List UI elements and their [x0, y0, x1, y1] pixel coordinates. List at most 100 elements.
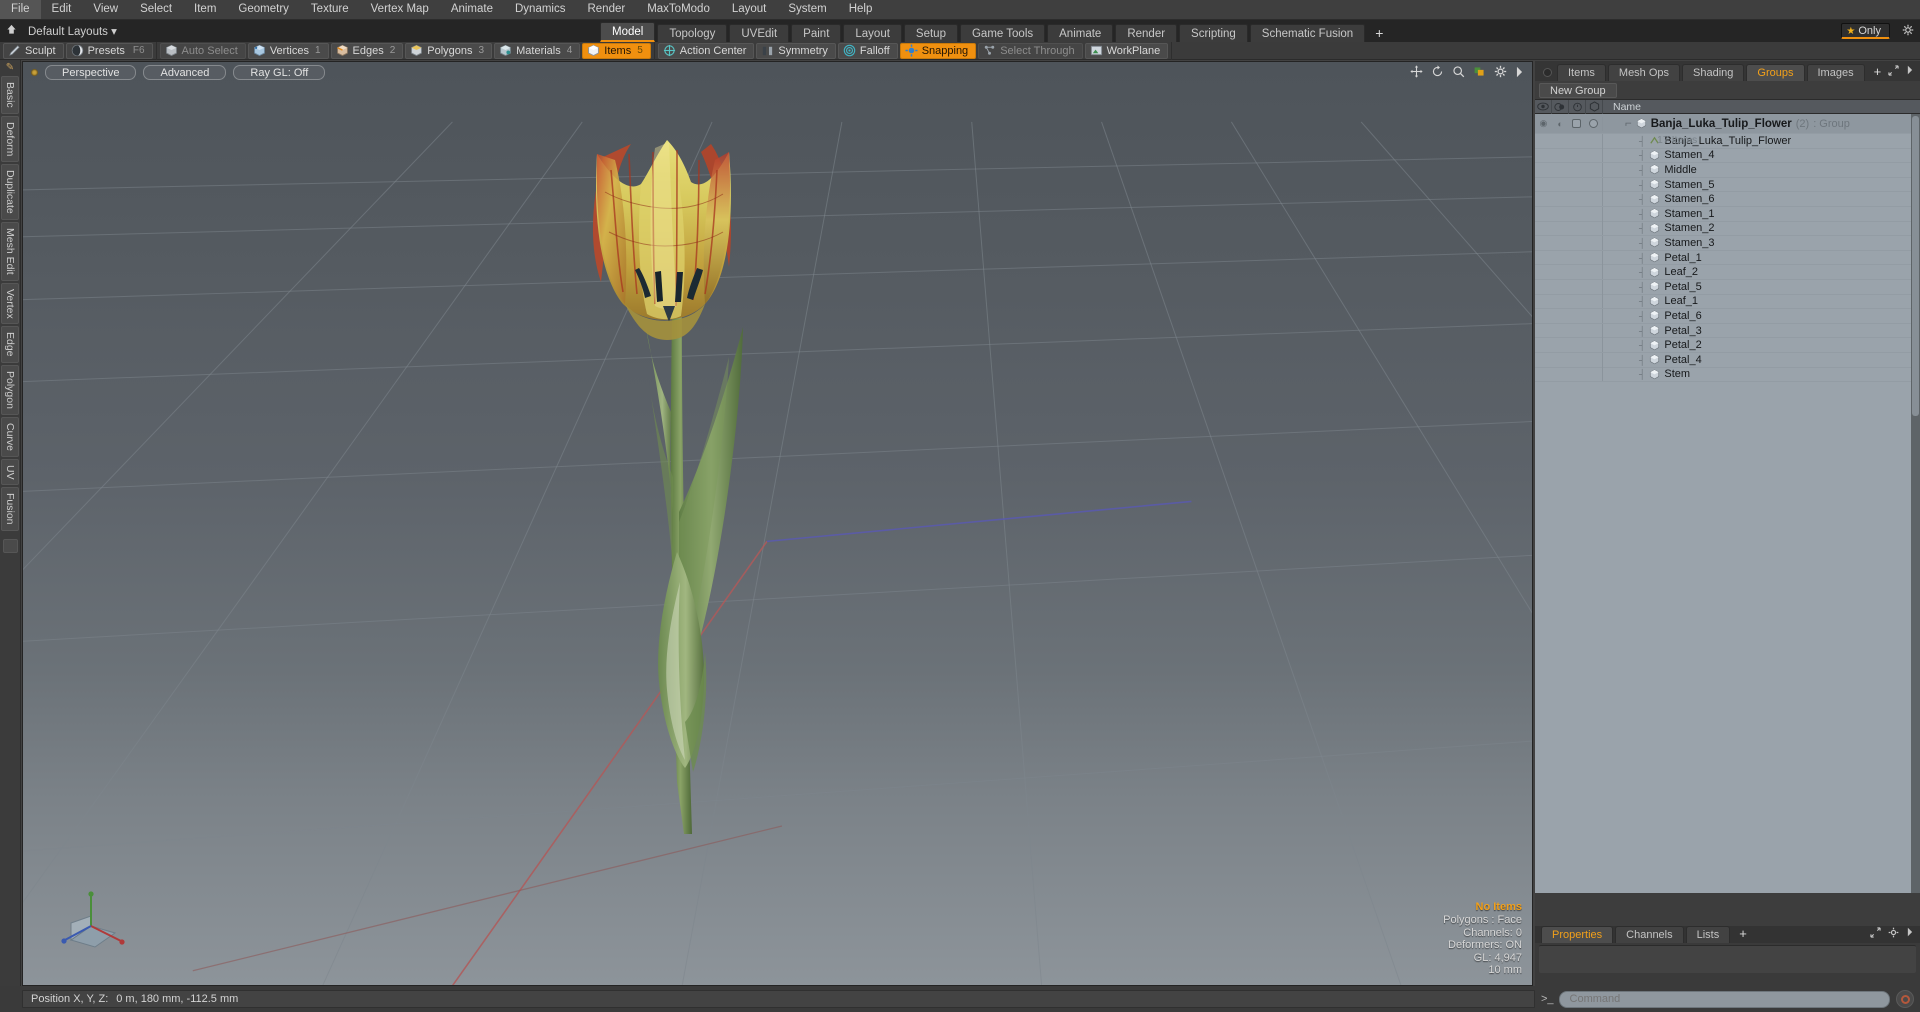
group-item-row[interactable]: ┤ Stamen_4: [1535, 148, 1920, 164]
layout-tab-paint[interactable]: Paint: [791, 24, 842, 42]
tulip-flower-model[interactable]: [543, 82, 803, 842]
expand-icon[interactable]: [1888, 65, 1899, 79]
shade-icon[interactable]: [1586, 99, 1603, 114]
toolbar-button-materials[interactable]: Materials 4: [494, 42, 581, 59]
properties-tab-add[interactable]: +: [1732, 926, 1754, 943]
chevron-right-icon[interactable]: [1515, 66, 1524, 81]
left-rail-tab-mesh-edit[interactable]: Mesh Edit: [1, 221, 19, 281]
shade-toggle[interactable]: [1585, 117, 1602, 131]
left-rail-tab-duplicate[interactable]: Duplicate: [1, 164, 19, 220]
chevron-right-icon[interactable]: [1906, 65, 1914, 79]
menu-item-dynamics[interactable]: Dynamics: [504, 0, 576, 19]
menu-item-vertex-map[interactable]: Vertex Map: [360, 0, 440, 19]
eye-toggle[interactable]: ◉: [1535, 117, 1552, 131]
left-rail-tab-uv[interactable]: UV: [1, 458, 19, 486]
group-item-row[interactable]: ┤ Banja_Luka_Tulip_Flower: [1535, 133, 1920, 149]
group-item-row[interactable]: ┤ Stamen_6: [1535, 192, 1920, 207]
layout-tab-uvedit[interactable]: UVEdit: [729, 24, 790, 42]
menu-item-system[interactable]: System: [777, 0, 837, 19]
group-item-row[interactable]: ┤ Petal_4: [1535, 352, 1920, 368]
viewport-perspective-button[interactable]: Perspective: [45, 64, 137, 80]
toolbar-button-workplane[interactable]: WorkPlane: [1084, 42, 1169, 59]
menu-item-layout[interactable]: Layout: [721, 0, 778, 19]
group-item-row[interactable]: ┤ Stamen_1: [1535, 206, 1920, 222]
record-icon[interactable]: [1896, 990, 1914, 1008]
properties-tab-channels[interactable]: Channels: [1615, 926, 1684, 943]
left-rail-tab-polygon[interactable]: Polygon: [1, 364, 19, 415]
menu-item-file[interactable]: File: [0, 0, 41, 19]
right-panel-tab-images[interactable]: Images: [1806, 64, 1865, 81]
layout-tab-game-tools[interactable]: Game Tools: [959, 24, 1046, 42]
eye-icon[interactable]: [1535, 99, 1552, 114]
group-item-row[interactable]: ┤ Petal_5: [1535, 279, 1920, 295]
left-rail-tab-curve[interactable]: Curve: [1, 416, 19, 457]
chevron-right-icon[interactable]: [1906, 927, 1914, 941]
group-header-row[interactable]: ◉ ◐ ⌐ Banja_Luka_Tulip_Flower (2): Group: [1535, 114, 1920, 134]
properties-tab-lists[interactable]: Lists: [1685, 926, 1731, 943]
layout-tab-model[interactable]: Model: [600, 22, 656, 42]
zoom-icon[interactable]: [1452, 65, 1465, 81]
layout-tab-scripting[interactable]: Scripting: [1179, 24, 1248, 42]
toolbar-button-presets[interactable]: Presets F6: [65, 42, 153, 59]
toolbar-button-vertices[interactable]: Vertices 1: [247, 42, 329, 59]
3d-viewport[interactable]: Perspective Advanced Ray GL: Off No Item…: [22, 61, 1533, 986]
new-group-button[interactable]: New Group: [1539, 82, 1617, 98]
move-icon[interactable]: [1410, 65, 1423, 81]
layout-tab-render[interactable]: Render: [1115, 24, 1178, 42]
left-rail-tab-edge[interactable]: Edge: [1, 326, 19, 363]
gear-icon[interactable]: [1494, 65, 1507, 81]
toolbar-button-items[interactable]: Items 5: [582, 42, 651, 59]
toolbar-button-select-through[interactable]: Select Through: [978, 42, 1083, 59]
right-panel-tab-shading[interactable]: Shading: [1682, 64, 1745, 81]
render-icon[interactable]: [1552, 99, 1569, 114]
group-item-row[interactable]: ┤ Petal_1: [1535, 250, 1920, 266]
properties-tab-properties[interactable]: Properties: [1541, 926, 1614, 943]
layout-tab-topology[interactable]: Topology: [657, 24, 728, 42]
group-item-row[interactable]: ┤ Leaf_1: [1535, 294, 1920, 310]
right-panel-tab-groups[interactable]: Groups: [1746, 64, 1805, 81]
toolbar-button-auto-select[interactable]: Auto Select: [159, 42, 246, 59]
home-icon[interactable]: [0, 24, 22, 38]
group-item-row[interactable]: ┤ Petal_2: [1535, 338, 1920, 353]
command-input[interactable]: [1558, 990, 1890, 1008]
viewport-axis-gizmo[interactable]: [53, 885, 133, 965]
menu-item-select[interactable]: Select: [129, 0, 183, 19]
menu-item-view[interactable]: View: [82, 0, 129, 19]
right-panel-tab-mesh-ops[interactable]: Mesh Ops: [1607, 64, 1681, 81]
rail-extra-button[interactable]: [2, 538, 18, 553]
toolbar-button-edges[interactable]: Edges 2: [330, 42, 404, 59]
only-button[interactable]: ★ Only: [1841, 23, 1890, 39]
rotate-icon[interactable]: [1431, 65, 1444, 81]
left-rail-tab-vertex[interactable]: Vertex: [1, 282, 19, 325]
viewport-indicator[interactable]: [31, 68, 38, 76]
right-panel-tab-items[interactable]: Items: [1557, 64, 1606, 81]
menu-item-geometry[interactable]: Geometry: [227, 0, 300, 19]
left-rail-tab-deform[interactable]: Deform: [1, 115, 19, 163]
expand-icon[interactable]: [1870, 927, 1881, 941]
toolbar-button-action-center[interactable]: Action Center: [657, 42, 755, 59]
right-panel-tab-add[interactable]: +: [1867, 64, 1889, 81]
group-item-row[interactable]: ┤ Middle: [1535, 162, 1920, 178]
group-list-scrollbar[interactable]: [1911, 114, 1920, 893]
scrollbar-thumb[interactable]: [1912, 116, 1919, 416]
add-layout-tab-button[interactable]: +: [1367, 24, 1391, 42]
lock-icon[interactable]: [1569, 99, 1586, 114]
toolbar-button-sculpt[interactable]: Sculpt: [3, 42, 64, 59]
menu-item-render[interactable]: Render: [576, 0, 636, 19]
gear-icon[interactable]: [1902, 24, 1914, 39]
lock-toggle[interactable]: [1569, 117, 1586, 131]
menu-item-maxtomodo[interactable]: MaxToModo: [636, 0, 721, 19]
menu-item-texture[interactable]: Texture: [300, 0, 360, 19]
menu-item-item[interactable]: Item: [183, 0, 227, 19]
viewport-raygl-button[interactable]: Ray GL: Off: [233, 64, 326, 80]
render-toggle[interactable]: ◐: [1552, 117, 1569, 131]
layout-tab-schematic-fusion[interactable]: Schematic Fusion: [1249, 24, 1366, 42]
menu-item-animate[interactable]: Animate: [440, 0, 504, 19]
group-item-row[interactable]: ┤ Stamen_2: [1535, 221, 1920, 237]
panel-menu-dot[interactable]: [1543, 68, 1552, 77]
menu-item-help[interactable]: Help: [838, 0, 884, 19]
layout-tab-animate[interactable]: Animate: [1047, 24, 1114, 42]
group-item-row[interactable]: ┤ Stamen_3: [1535, 235, 1920, 251]
group-item-row[interactable]: ┤ Leaf_2: [1535, 265, 1920, 280]
group-list-body[interactable]: ◉ ◐ ⌐ Banja_Luka_Tulip_Flower (2): Group ┤ Ban…: [1535, 114, 1920, 893]
